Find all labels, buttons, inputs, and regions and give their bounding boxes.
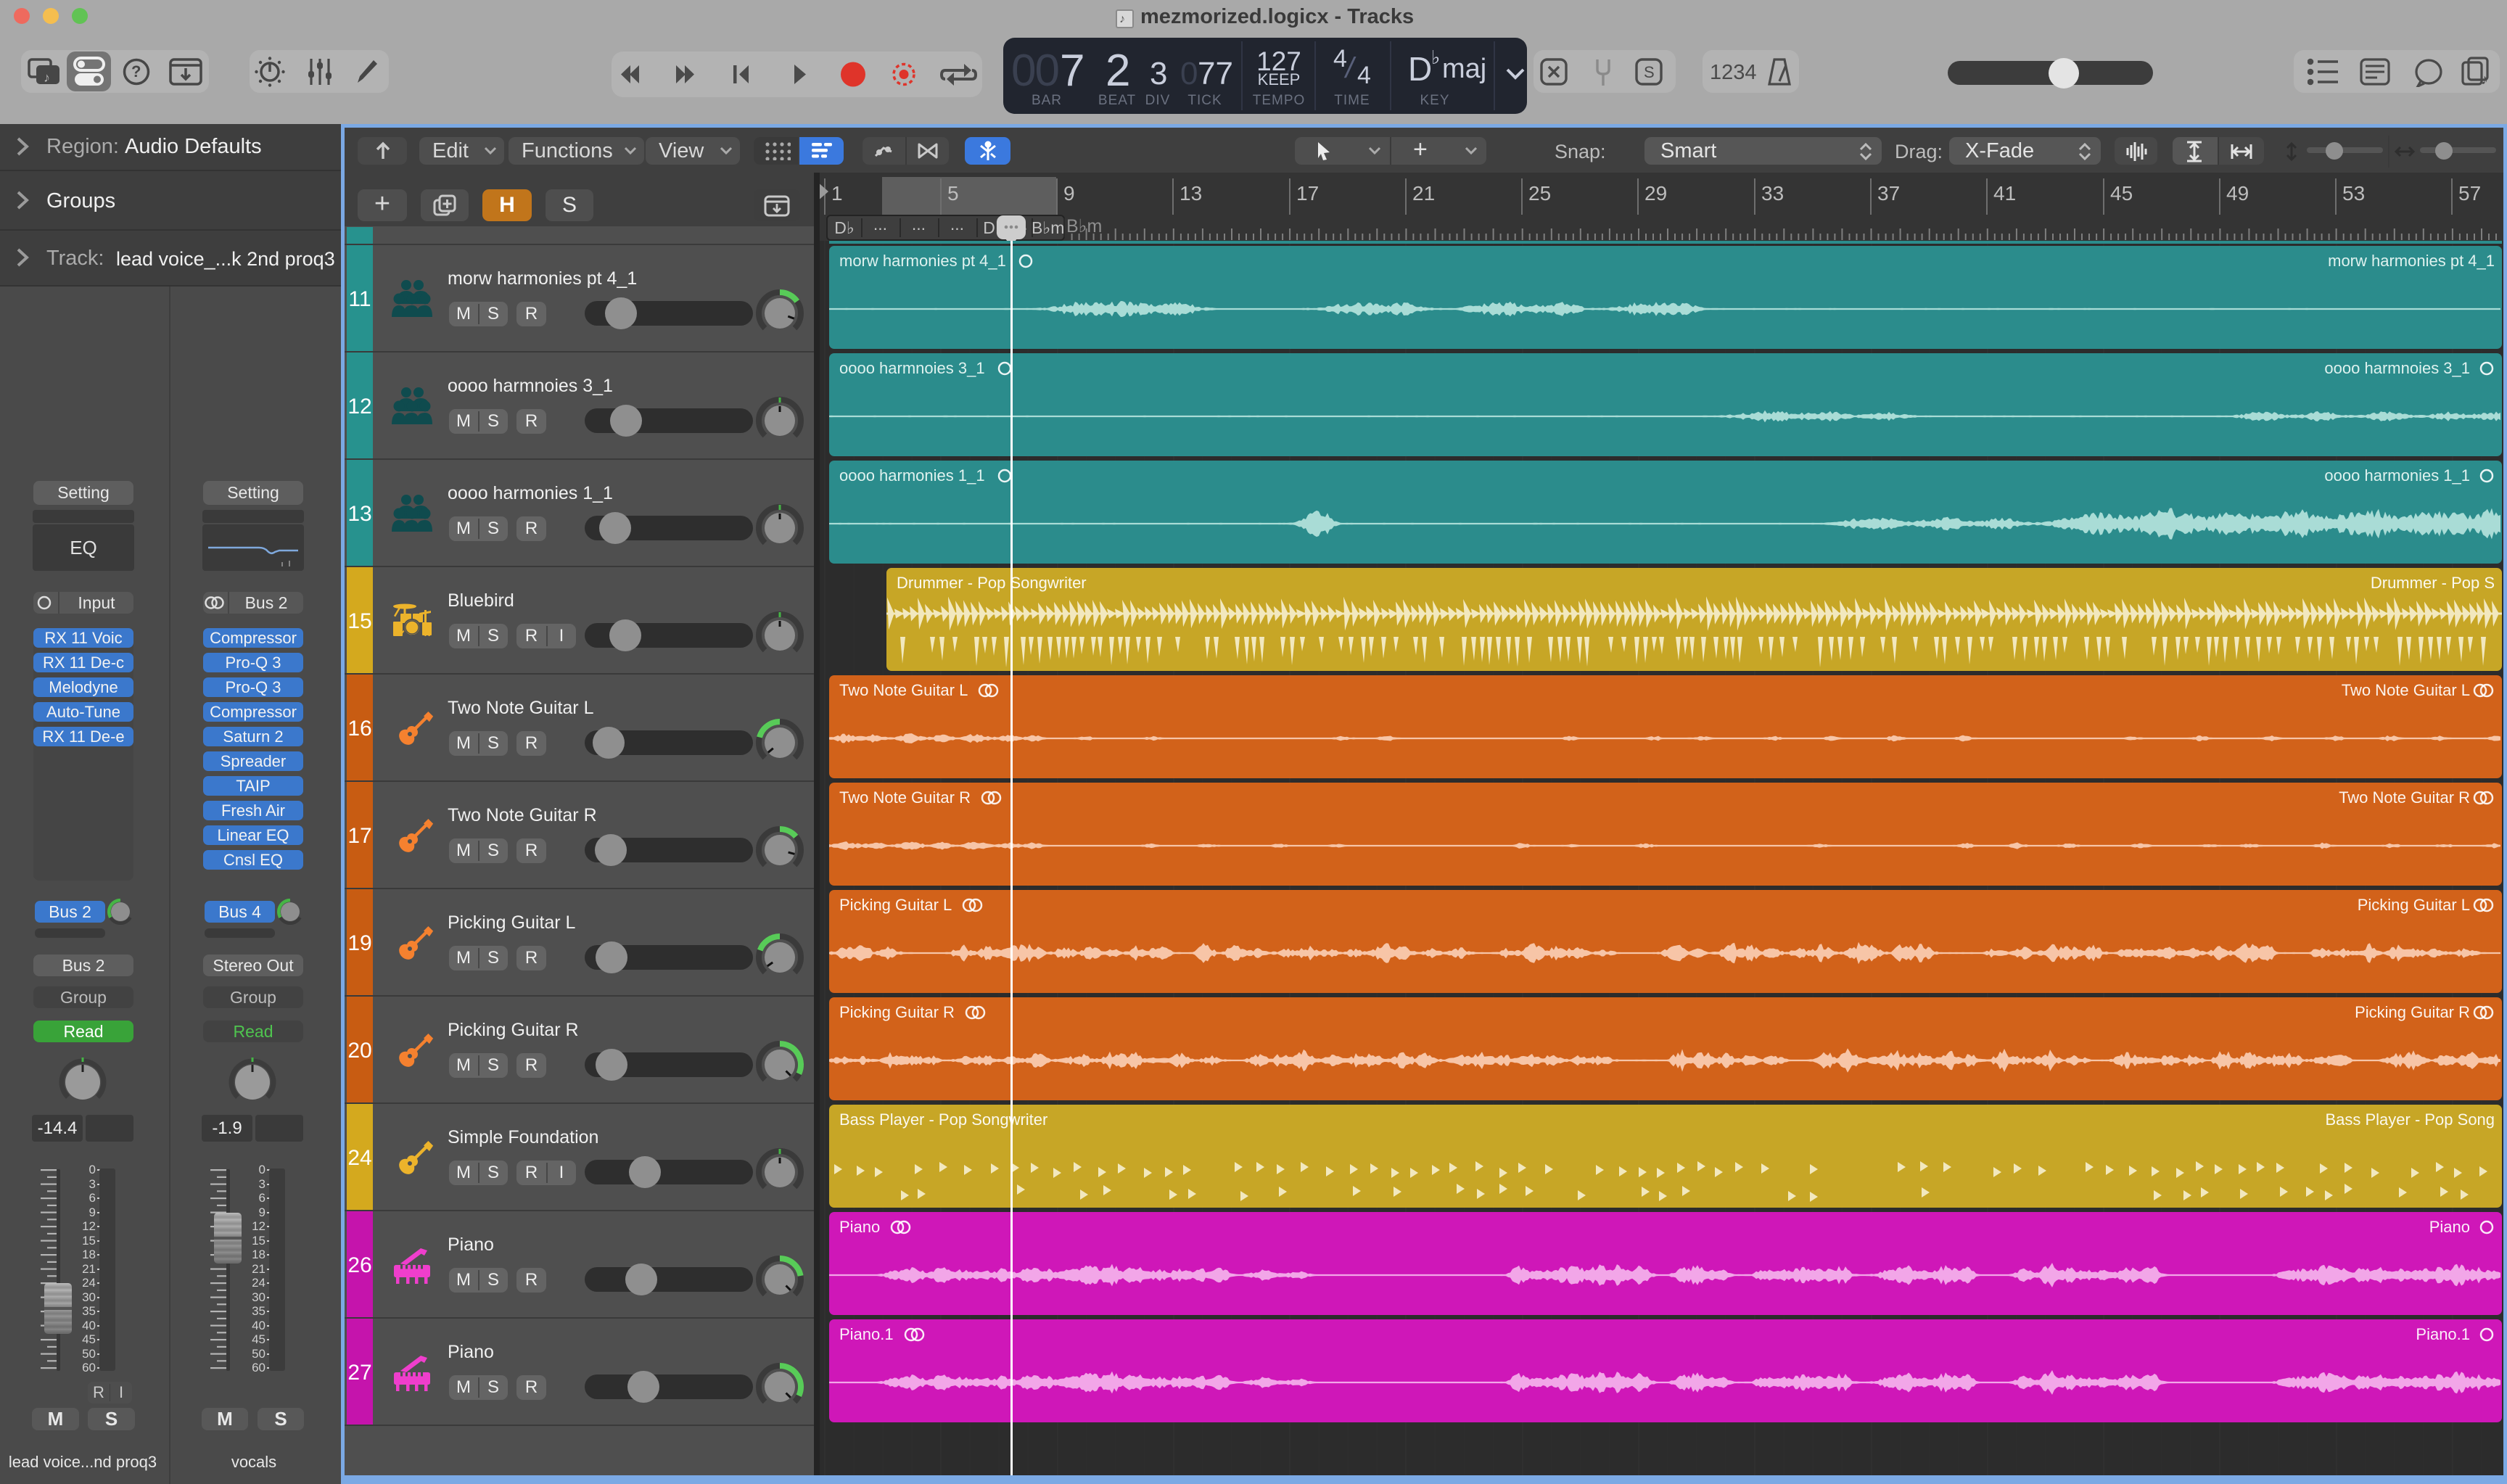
- svg-text:S: S: [1644, 63, 1655, 81]
- svg-text:♪: ♪: [2481, 72, 2488, 87]
- svg-text:?: ?: [131, 62, 141, 81]
- svg-text:♪: ♪: [44, 70, 50, 85]
